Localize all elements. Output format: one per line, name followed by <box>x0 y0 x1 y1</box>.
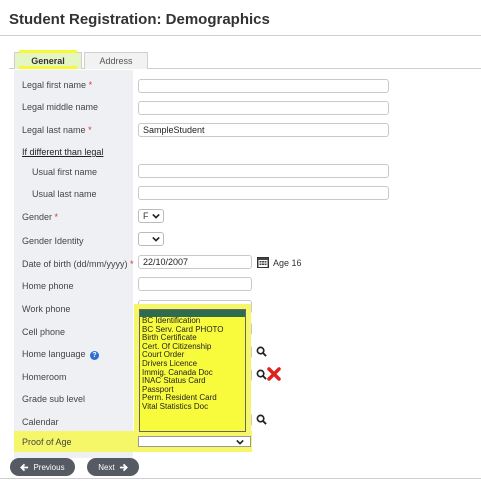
gender-select[interactable]: F <box>138 209 164 223</box>
dropdown-option[interactable]: Vital Statistics Doc <box>140 402 245 412</box>
usual-first-name-label: Usual first name <box>32 167 98 177</box>
delete-icon[interactable] <box>267 367 281 381</box>
bottom-divider <box>0 478 481 479</box>
home-phone-input[interactable] <box>138 277 252 291</box>
if-different-heading: If different than legal <box>22 147 104 157</box>
page-title: Student Registration: Demographics <box>9 11 270 28</box>
search-icon[interactable] <box>256 369 267 380</box>
gender-value: F <box>143 211 149 221</box>
next-button[interactable]: Next <box>87 458 139 476</box>
calendar-icon[interactable] <box>257 257 269 268</box>
legal-first-name-label: Legal first name * <box>22 80 93 90</box>
legal-first-name-input[interactable] <box>138 79 389 93</box>
gender-label: Gender * <box>22 212 59 222</box>
previous-button[interactable]: Previous <box>10 458 75 476</box>
calendar-label: Calendar <box>22 417 59 427</box>
work-phone-label: Work phone <box>22 304 71 314</box>
search-icon[interactable] <box>256 346 267 357</box>
usual-last-name-label: Usual last name <box>32 189 97 199</box>
proof-of-age-dropdown[interactable]: BC Identification BC Serv. Card PHOTO Bi… <box>139 309 246 432</box>
help-icon[interactable]: ? <box>90 351 100 360</box>
home-phone-label: Home phone <box>22 281 74 291</box>
proof-of-age-label: Proof of Age <box>22 437 72 447</box>
tab-address[interactable]: Address <box>84 52 148 69</box>
grade-sub-level-label: Grade sub level <box>22 394 86 404</box>
proof-of-age-select[interactable] <box>138 436 251 447</box>
search-icon[interactable] <box>256 414 267 425</box>
arrow-right-icon <box>119 463 128 471</box>
legal-middle-name-label: Legal middle name <box>22 102 99 112</box>
home-language-label: Home language ? <box>22 349 100 360</box>
chevron-down-icon <box>236 439 244 445</box>
legal-middle-name-input[interactable] <box>138 101 389 115</box>
next-button-label: Next <box>98 462 115 472</box>
legal-last-name-input[interactable] <box>138 123 389 137</box>
gender-identity-select[interactable] <box>138 232 164 246</box>
homeroom-label: Homeroom <box>22 372 67 382</box>
dob-label: Date of birth (dd/mm/yyyy) * <box>22 259 134 269</box>
cell-phone-label: Cell phone <box>22 327 66 337</box>
age-text: Age 16 <box>273 258 302 268</box>
tab-general[interactable]: General <box>14 50 82 69</box>
usual-last-name-input[interactable] <box>138 186 389 200</box>
arrow-left-icon <box>20 463 29 471</box>
legal-last-name-label: Legal last name * <box>22 125 92 135</box>
chevron-down-icon <box>152 236 160 242</box>
title-bar: Student Registration: Demographics <box>0 0 481 36</box>
chevron-down-icon <box>152 213 160 219</box>
gender-identity-label: Gender Identity <box>22 236 84 246</box>
usual-first-name-input[interactable] <box>138 164 389 178</box>
previous-button-label: Previous <box>33 462 65 472</box>
dob-input[interactable] <box>138 255 252 269</box>
